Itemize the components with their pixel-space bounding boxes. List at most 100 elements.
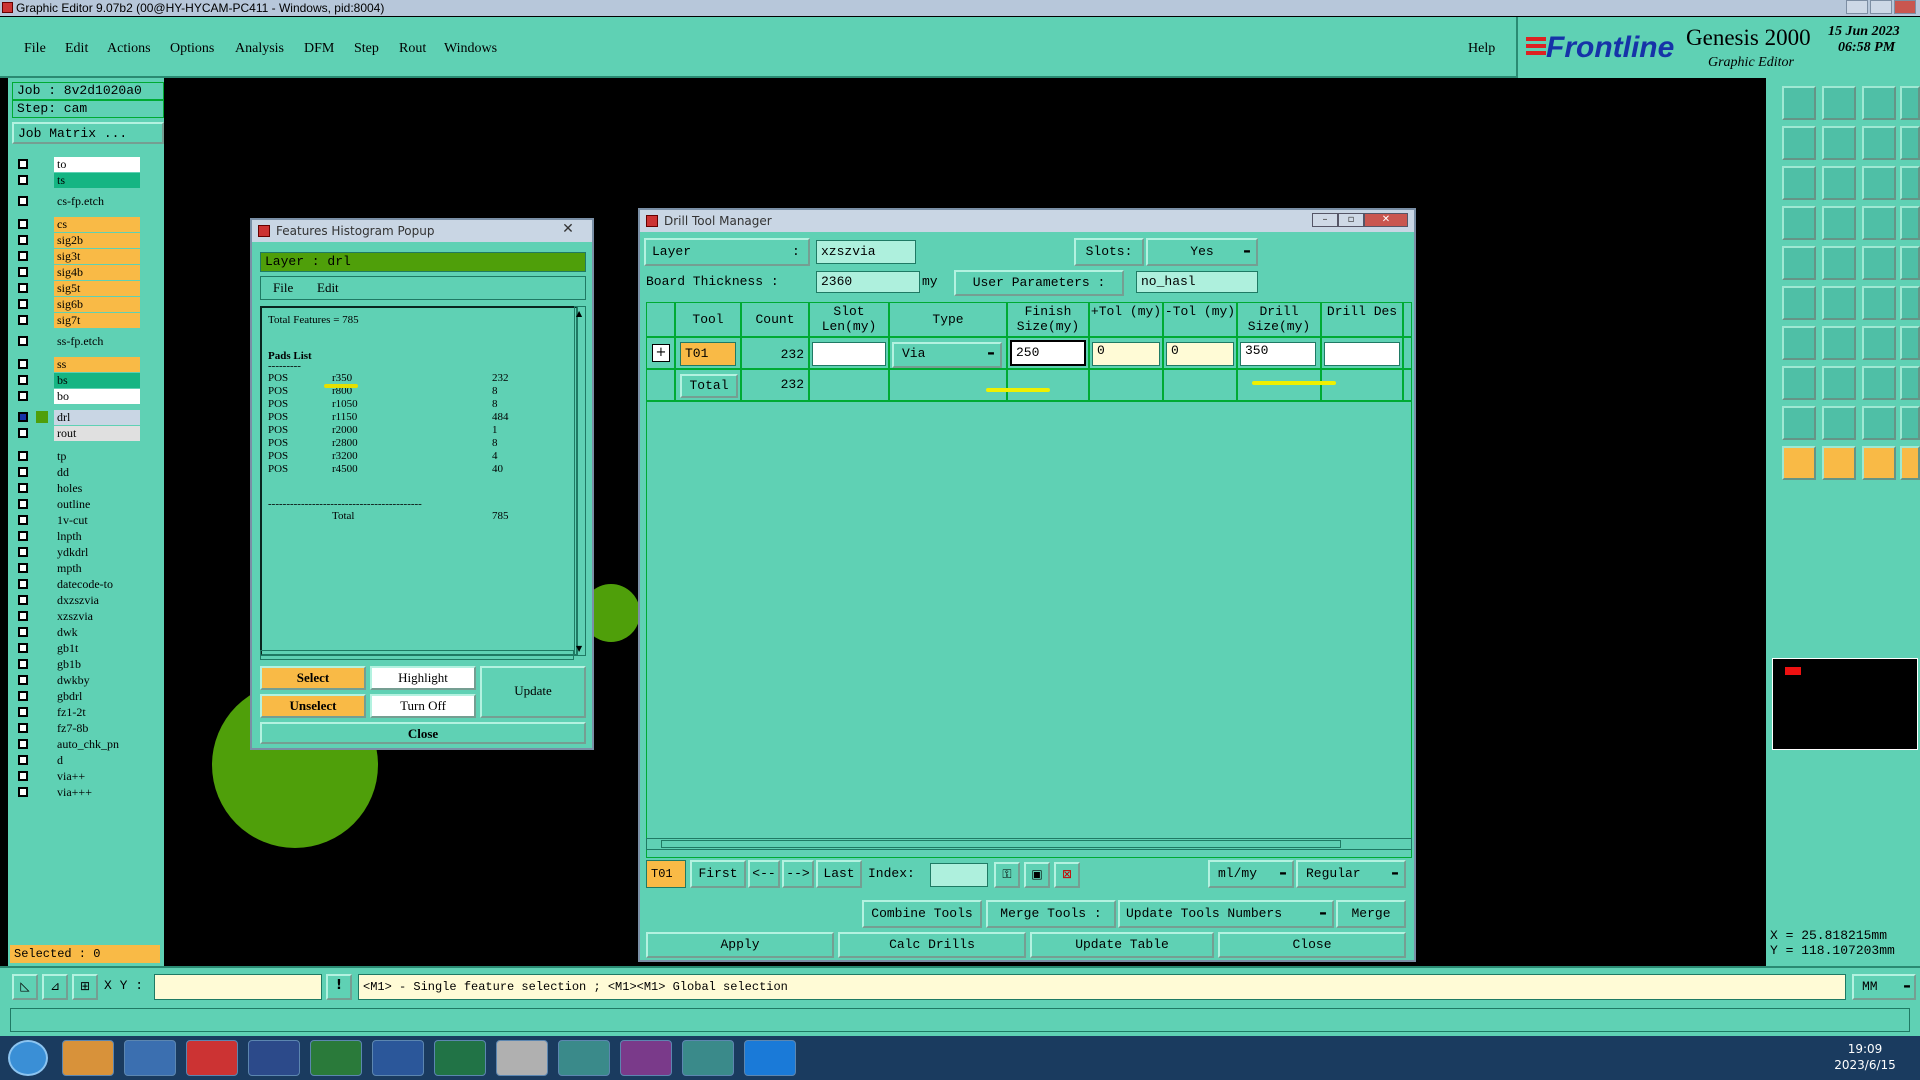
close-icon[interactable]: ✕: [548, 222, 588, 237]
layer-label[interactable]: mpth: [54, 561, 140, 576]
layer-checkbox[interactable]: [18, 467, 28, 477]
layer-label[interactable]: sig5t: [54, 281, 140, 296]
layer-row[interactable]: gb1t: [16, 641, 140, 656]
layer-row[interactable]: auto_chk_pn: [16, 737, 140, 752]
layer-row[interactable]: fz1-2t: [16, 705, 140, 720]
user-parameters-input[interactable]: no_hasl: [1136, 271, 1258, 293]
layer-row[interactable]: dd: [16, 465, 140, 480]
layer-row[interactable]: xzszvia: [16, 609, 140, 624]
row-drill-des[interactable]: [1324, 342, 1400, 366]
merge-button[interactable]: Merge: [1336, 900, 1406, 928]
layer-row[interactable]: gbdrl: [16, 689, 140, 704]
edit-icon[interactable]: [1900, 446, 1920, 480]
layer-row[interactable]: cs-fp.etch: [16, 194, 140, 209]
redo-icon[interactable]: [1900, 126, 1920, 160]
histogram-menu-edit[interactable]: Edit: [317, 277, 339, 299]
layer-label[interactable]: bo: [54, 389, 140, 404]
maximize-icon[interactable]: ▫: [1338, 213, 1364, 227]
start-button[interactable]: [8, 1040, 48, 1076]
layer-row[interactable]: sig2b: [16, 233, 140, 248]
taskbar-app-eye[interactable]: [558, 1040, 610, 1076]
menu-edit[interactable]: Edit: [65, 41, 88, 57]
layer-label[interactable]: lnpth: [54, 529, 140, 544]
layer-checkbox[interactable]: [18, 691, 28, 701]
nav-prev-button[interactable]: <--: [748, 860, 780, 888]
layer-checkbox[interactable]: [18, 563, 28, 573]
layer-label[interactable]: gb1t: [54, 641, 140, 656]
board-thickness-input[interactable]: 2360: [816, 271, 920, 293]
copy-icon[interactable]: [1782, 366, 1816, 400]
mode-dropdown[interactable]: Regular ▬: [1296, 860, 1406, 888]
undo-icon[interactable]: [1862, 126, 1896, 160]
row-slot-len[interactable]: [812, 342, 886, 366]
histogram-close-button[interactable]: Close: [260, 722, 586, 744]
layer-label[interactable]: tp: [54, 449, 140, 464]
layer-checkbox[interactable]: [18, 375, 28, 385]
layer-label[interactable]: gbdrl: [54, 689, 140, 704]
layer-checkbox[interactable]: [18, 723, 28, 733]
triangle-icon[interactable]: [1782, 406, 1816, 440]
align-icon[interactable]: [1862, 366, 1896, 400]
layer-label[interactable]: d: [54, 753, 140, 768]
split-icon[interactable]: [1900, 326, 1920, 360]
expand-row-icon[interactable]: +: [652, 344, 670, 362]
taskbar-app-excel[interactable]: [434, 1040, 486, 1076]
layer-label[interactable]: ts: [54, 173, 140, 188]
layer-checkbox[interactable]: [18, 267, 28, 277]
pointer-icon[interactable]: [1782, 446, 1816, 480]
layer-row[interactable]: rout: [16, 426, 140, 441]
layer-checkbox[interactable]: [18, 336, 28, 346]
layer-row[interactable]: drl: [16, 410, 140, 425]
layer-checkbox[interactable]: [18, 359, 28, 369]
pan-left-icon[interactable]: [1782, 126, 1816, 160]
zoom-fit-icon[interactable]: [1782, 86, 1816, 120]
zoom-all-icon[interactable]: [1782, 166, 1816, 200]
home-icon[interactable]: [1862, 86, 1896, 120]
layer-label[interactable]: dwk: [54, 625, 140, 640]
menu-step[interactable]: Step: [354, 41, 379, 57]
a-red-icon[interactable]: [1900, 406, 1920, 440]
group-icon[interactable]: [1900, 366, 1920, 400]
menu-dfm[interactable]: DFM: [304, 41, 334, 57]
filter-icon[interactable]: [1782, 206, 1816, 240]
layer-checkbox[interactable]: [18, 159, 28, 169]
layer-value[interactable]: xzszvia: [816, 240, 916, 264]
layer-checkbox[interactable]: [18, 391, 28, 401]
layer-label[interactable]: via+++: [54, 785, 140, 800]
histogram-hscrollbar[interactable]: [260, 650, 574, 660]
save-icon[interactable]: ▣: [1024, 862, 1050, 888]
layer-checkbox[interactable]: [18, 251, 28, 261]
layer-label[interactable]: cs-fp.etch: [54, 194, 140, 209]
scroll-up-icon[interactable]: ▲: [576, 309, 582, 318]
taskbar-app-notepad[interactable]: [124, 1040, 176, 1076]
grid-icon[interactable]: ⊞: [72, 974, 98, 1000]
layer-label[interactable]: datecode-to: [54, 577, 140, 592]
taskbar-app-target[interactable]: [496, 1040, 548, 1076]
row-plus-tol[interactable]: 0: [1092, 342, 1160, 366]
layer-label[interactable]: xzszvia: [54, 609, 140, 624]
nav-next-button[interactable]: -->: [782, 860, 814, 888]
zoom-center-icon[interactable]: [1822, 166, 1856, 200]
highlight-button[interactable]: Highlight: [370, 666, 476, 690]
edit-shape-icon[interactable]: [1822, 246, 1856, 280]
xy-input[interactable]: [154, 974, 322, 1000]
layer-checkbox[interactable]: [18, 175, 28, 185]
row-finish-size[interactable]: 250: [1010, 340, 1086, 366]
move-icon[interactable]: [1822, 366, 1856, 400]
layer-checkbox[interactable]: [18, 643, 28, 653]
layer-row[interactable]: 1v-cut: [16, 513, 140, 528]
layer-row[interactable]: sig6b: [16, 297, 140, 312]
user-parameters-label[interactable]: User Parameters :: [954, 270, 1124, 296]
layer-label[interactable]: sig4b: [54, 265, 140, 280]
clock[interactable]: 19:09 2023/6/15: [1830, 1041, 1900, 1073]
layout-icon[interactable]: [1900, 86, 1920, 120]
layer-checkbox[interactable]: [18, 283, 28, 293]
lock-icon[interactable]: ⚿: [994, 862, 1020, 888]
system-tray-icons[interactable]: [1668, 1050, 1808, 1066]
units-dropdown[interactable]: ml/my ▬: [1208, 860, 1294, 888]
slots-dropdown[interactable]: Yes ▬: [1146, 238, 1258, 266]
menu-options[interactable]: Options: [170, 41, 214, 57]
menu-actions[interactable]: Actions: [107, 41, 151, 57]
taskbar-app-red[interactable]: [186, 1040, 238, 1076]
layer-row[interactable]: bs: [16, 373, 140, 388]
